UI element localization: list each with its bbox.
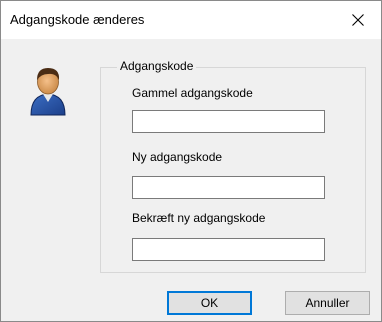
cancel-button[interactable]: Annuller xyxy=(285,291,370,315)
new-password-input[interactable] xyxy=(132,176,325,199)
title-bar: Adgangskode ænderes xyxy=(1,1,381,39)
ok-button[interactable]: OK xyxy=(167,291,252,315)
close-icon xyxy=(352,14,364,26)
group-legend: Adgangskode xyxy=(117,59,197,73)
close-button[interactable] xyxy=(335,1,381,39)
old-password-label: Gammel adgangskode xyxy=(132,86,253,100)
new-password-label: Ny adgangskode xyxy=(132,150,223,164)
window-title: Adgangskode ænderes xyxy=(10,12,145,27)
change-password-dialog: Adgangskode ænderes Adgangskode Gammel a… xyxy=(0,0,382,322)
confirm-password-label: Bekræft ny adgangskode xyxy=(132,211,266,225)
user-icon xyxy=(30,68,66,116)
old-password-input[interactable] xyxy=(132,110,325,133)
confirm-password-input[interactable] xyxy=(132,238,325,261)
